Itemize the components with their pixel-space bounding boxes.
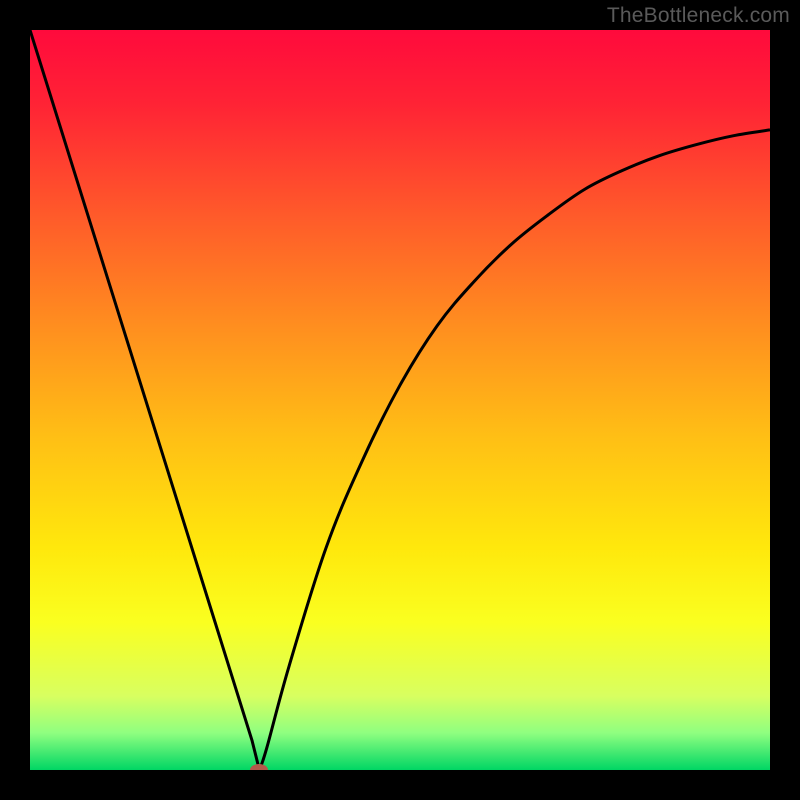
plot-area xyxy=(30,30,770,770)
curve-layer xyxy=(30,30,770,770)
bottleneck-curve xyxy=(30,30,770,770)
minimum-marker xyxy=(250,764,268,770)
chart-frame: TheBottleneck.com xyxy=(0,0,800,800)
watermark-text: TheBottleneck.com xyxy=(607,4,790,28)
